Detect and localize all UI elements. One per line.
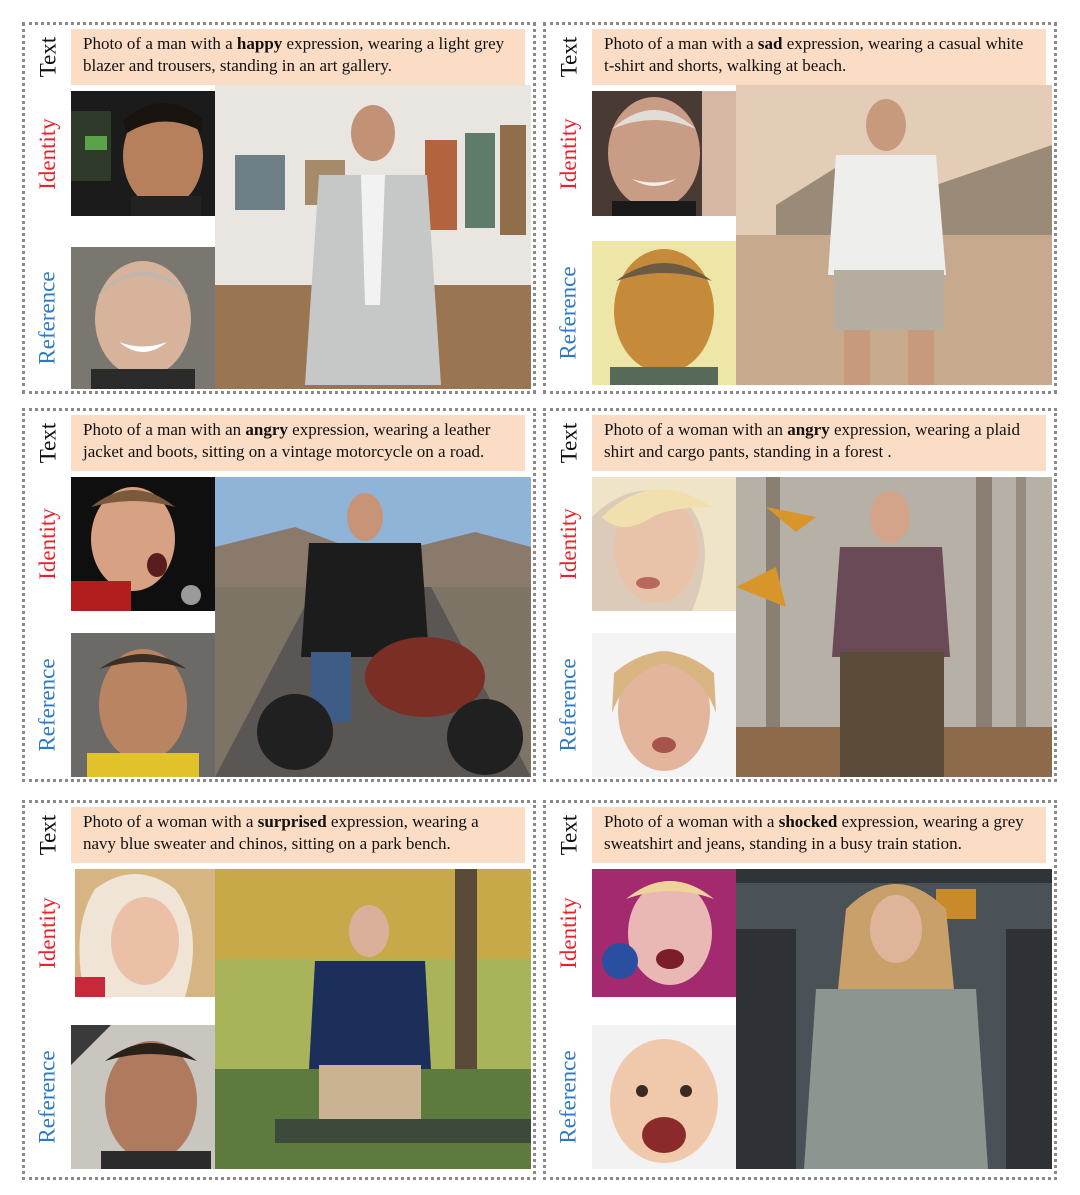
prompt-text: Photo of a woman with a shocked expressi… <box>592 807 1046 863</box>
identity-image <box>71 477 215 611</box>
prompt-text: Photo of a man with an angry expression,… <box>71 415 525 471</box>
reference-image <box>592 1025 736 1169</box>
identity-label: Identity <box>35 897 61 969</box>
emotion-keyword: surprised <box>257 812 327 831</box>
text-label: Text <box>555 36 581 78</box>
emotion-keyword: happy <box>236 34 283 53</box>
reference-image <box>71 247 215 389</box>
prompt-text: Photo of a woman with a surprised expres… <box>71 807 525 863</box>
identity-label: Identity <box>556 117 582 190</box>
emotion-keyword: sad <box>757 34 783 53</box>
reference-label: Reference <box>556 1050 582 1144</box>
identity-image <box>75 869 215 997</box>
reference-label: Reference <box>556 658 582 752</box>
generated-image <box>215 869 531 1169</box>
prompt-text: Photo of a man with a happy expression, … <box>71 29 525 85</box>
panel-6: Text Identity Reference Photo of a woman… <box>543 800 1057 1180</box>
panel-1: Text Identity Reference Photo of a man w… <box>22 22 536 394</box>
text-label: Text <box>555 814 581 856</box>
panel-2: Text Identity Reference Photo of a man w… <box>543 22 1057 394</box>
panel-3: Text Identity Reference Photo of a man w… <box>22 408 536 782</box>
prompt-text: Photo of a man with a sad expression, we… <box>592 29 1046 85</box>
text-label: Text <box>555 422 581 464</box>
identity-label: Identity <box>556 508 582 580</box>
reference-image <box>71 633 215 777</box>
generated-image <box>736 477 1052 777</box>
emotion-keyword: shocked <box>778 812 838 831</box>
text-label: Text <box>34 422 60 464</box>
reference-image <box>592 241 736 385</box>
generated-image <box>215 85 531 389</box>
identity-image <box>592 477 736 611</box>
identity-label: Identity <box>35 117 61 190</box>
identity-label: Identity <box>556 897 582 969</box>
prompt-text: Photo of a woman with an angry expressio… <box>592 415 1046 471</box>
reference-label: Reference <box>35 271 61 365</box>
reference-image <box>71 1025 215 1169</box>
identity-image <box>71 91 215 216</box>
reference-label: Reference <box>35 658 61 752</box>
emotion-keyword: angry <box>245 420 288 439</box>
panel-4: Text Identity Reference Photo of a woman… <box>543 408 1057 782</box>
generated-image <box>215 477 531 777</box>
text-label: Text <box>34 36 60 78</box>
identity-image <box>592 91 736 216</box>
text-label: Text <box>34 814 60 856</box>
identity-label: Identity <box>35 508 61 580</box>
reference-label: Reference <box>556 266 582 360</box>
generated-image <box>736 869 1052 1169</box>
reference-image <box>592 633 736 777</box>
identity-image <box>592 869 736 997</box>
reference-label: Reference <box>35 1050 61 1144</box>
emotion-keyword: angry <box>787 420 830 439</box>
generated-image <box>736 85 1052 385</box>
panel-5: Text Identity Reference Photo of a woman… <box>22 800 536 1180</box>
